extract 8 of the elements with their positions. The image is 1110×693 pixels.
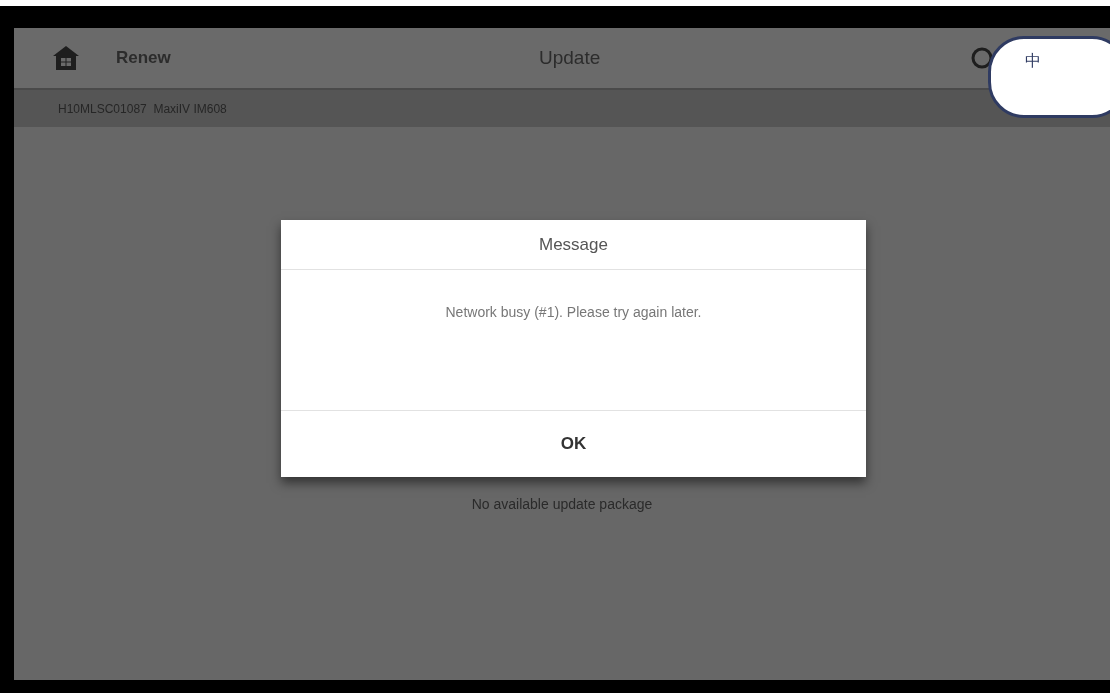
dialog-message: Network busy (#1). Please try again later.: [445, 303, 702, 322]
page-title: Update: [539, 45, 601, 70]
input-method-widget[interactable]: 中: [988, 36, 1110, 118]
home-icon[interactable]: [52, 45, 80, 71]
dialog-title: Message: [539, 233, 608, 256]
ok-button[interactable]: OK: [281, 411, 866, 477]
input-mode-label[interactable]: 中: [1025, 49, 1041, 73]
status-text: No available update package: [471, 495, 653, 514]
